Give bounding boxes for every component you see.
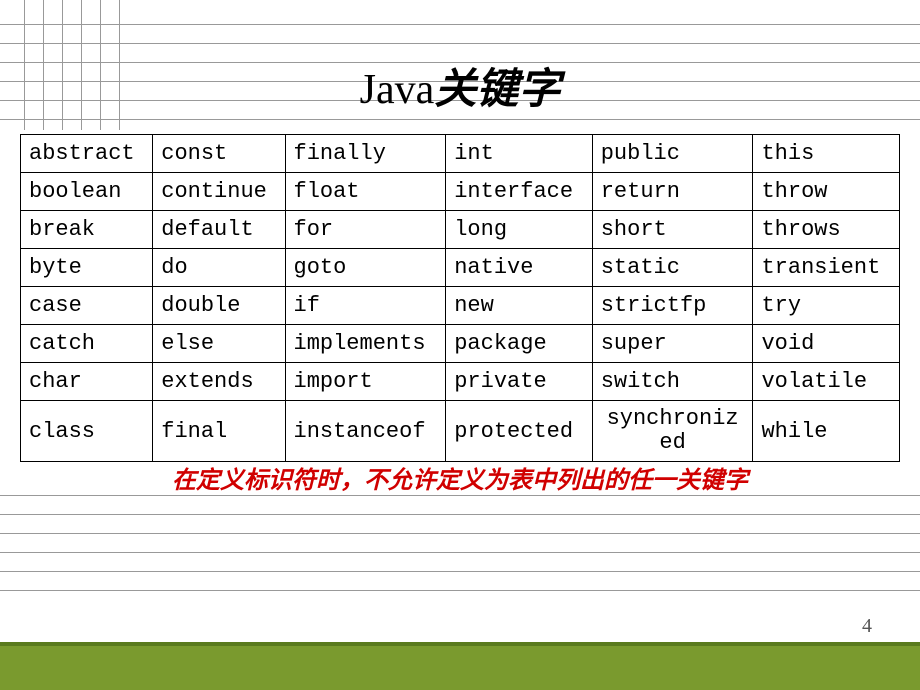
table-cell: this [753, 135, 900, 173]
table-cell: import [285, 363, 446, 401]
table-cell: package [446, 325, 593, 363]
table-cell: native [446, 249, 593, 287]
title-chinese: 关键字 [434, 67, 560, 113]
table-cell: else [153, 325, 285, 363]
decor-horizontal-lines-mid [0, 495, 920, 609]
table-cell: transient [753, 249, 900, 287]
table-cell: abstract [21, 135, 153, 173]
table-cell: return [592, 173, 753, 211]
table-cell: volatile [753, 363, 900, 401]
table-cell: long [446, 211, 593, 249]
table-cell: short [592, 211, 753, 249]
warning-note: 在定义标识符时，不允许定义为表中列出的任一关键字 [0, 460, 920, 495]
table-cell: do [153, 249, 285, 287]
table-cell: default [153, 211, 285, 249]
table-cell: case [21, 287, 153, 325]
table-cell: interface [446, 173, 593, 211]
table-cell: instanceof [285, 401, 446, 462]
page-number: 4 [862, 615, 872, 638]
table-cell: catch [21, 325, 153, 363]
table-cell: float [285, 173, 446, 211]
table-cell: void [753, 325, 900, 363]
table-cell: private [446, 363, 593, 401]
table-cell: byte [21, 249, 153, 287]
table-row: catchelseimplementspackagesupervoid [21, 325, 900, 363]
table-cell: implements [285, 325, 446, 363]
table-cell: try [753, 287, 900, 325]
table-cell: char [21, 363, 153, 401]
table-cell: throw [753, 173, 900, 211]
page-title: Java关键字 [0, 55, 920, 116]
table-cell: static [592, 249, 753, 287]
table-cell: boolean [21, 173, 153, 211]
table-cell: throws [753, 211, 900, 249]
table-cell: final [153, 401, 285, 462]
table-row: abstractconstfinallyintpublicthis [21, 135, 900, 173]
table-cell: break [21, 211, 153, 249]
table-cell: if [285, 287, 446, 325]
table-cell: double [153, 287, 285, 325]
title-java: Java [360, 67, 435, 113]
table-cell: public [592, 135, 753, 173]
table-cell: while [753, 401, 900, 462]
table-cell: strictfp [592, 287, 753, 325]
table-cell: synchronized [592, 401, 753, 462]
table-cell: class [21, 401, 153, 462]
table-row: bytedogotonativestatictransient [21, 249, 900, 287]
table-cell: switch [592, 363, 753, 401]
table-row: booleancontinuefloatinterfacereturnthrow [21, 173, 900, 211]
table-cell: super [592, 325, 753, 363]
table-cell: new [446, 287, 593, 325]
table-cell: const [153, 135, 285, 173]
table-row: casedoubleifnewstrictfptry [21, 287, 900, 325]
footer-bar [0, 642, 920, 690]
keywords-table: abstractconstfinallyintpublicthisboolean… [20, 134, 900, 462]
table-cell: finally [285, 135, 446, 173]
table-cell: goto [285, 249, 446, 287]
table-row: charextendsimportprivateswitchvolatile [21, 363, 900, 401]
table-cell: int [446, 135, 593, 173]
table-cell: extends [153, 363, 285, 401]
table-cell: protected [446, 401, 593, 462]
table-row: breakdefaultforlongshortthrows [21, 211, 900, 249]
table-row: classfinalinstanceofprotectedsynchronize… [21, 401, 900, 462]
table-cell: continue [153, 173, 285, 211]
table-cell: for [285, 211, 446, 249]
